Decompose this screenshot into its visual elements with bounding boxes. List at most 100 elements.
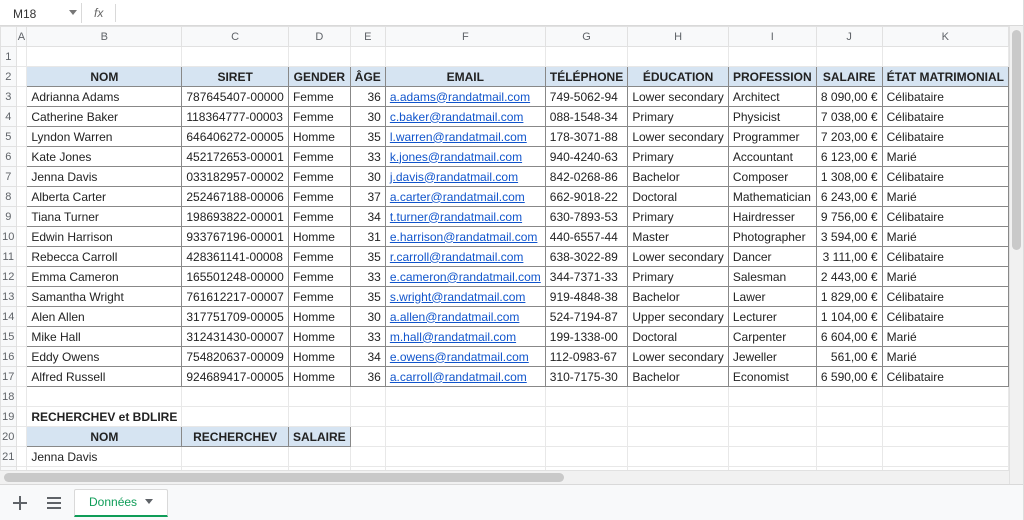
row-header-5[interactable]: 5 — [1, 127, 17, 147]
cell-C14[interactable]: 317751709-00005 — [182, 307, 289, 327]
cell-A15[interactable] — [16, 327, 27, 347]
cell-A7[interactable] — [16, 167, 27, 187]
cell-F18[interactable] — [385, 387, 545, 407]
cell-I1[interactable] — [728, 47, 816, 67]
cell-D18[interactable] — [288, 387, 350, 407]
add-sheet-button[interactable] — [6, 490, 34, 516]
cell-C7[interactable]: 033182957-00002 — [182, 167, 289, 187]
cell-F21[interactable] — [385, 447, 545, 467]
cell-I11[interactable]: Dancer — [728, 247, 816, 267]
cell-G19[interactable] — [545, 407, 628, 427]
cell-A5[interactable] — [16, 127, 27, 147]
cell-B5[interactable]: Lyndon Warren — [27, 127, 182, 147]
cell-J21[interactable] — [816, 447, 882, 467]
vertical-scroll-thumb[interactable] — [1012, 30, 1021, 250]
cell-K9[interactable]: Célibataire — [882, 207, 1008, 227]
cell-D20[interactable]: SALAIRE — [288, 427, 350, 447]
cell-C11[interactable]: 428361141-00008 — [182, 247, 289, 267]
row-header-8[interactable]: 8 — [1, 187, 17, 207]
cell-C5[interactable]: 646406272-00005 — [182, 127, 289, 147]
cell-J4[interactable]: 7 038,00 € — [816, 107, 882, 127]
cell-D1[interactable] — [288, 47, 350, 67]
cell-F19[interactable] — [385, 407, 545, 427]
cell-G18[interactable] — [545, 387, 628, 407]
cell-F8[interactable]: a.carter@randatmail.com — [385, 187, 545, 207]
cell-G8[interactable]: 662-9018-22 — [545, 187, 628, 207]
cell-E11[interactable]: 35 — [350, 247, 385, 267]
cell-G10[interactable]: 440-6557-44 — [545, 227, 628, 247]
row-header-16[interactable]: 16 — [1, 347, 17, 367]
cell-A13[interactable] — [16, 287, 27, 307]
cell-G15[interactable]: 199-1338-00 — [545, 327, 628, 347]
cell-E7[interactable]: 30 — [350, 167, 385, 187]
cell-C15[interactable]: 312431430-00007 — [182, 327, 289, 347]
cell-H10[interactable]: Master — [628, 227, 729, 247]
cell-J1[interactable] — [816, 47, 882, 67]
cell-A19[interactable] — [16, 407, 27, 427]
cell-C18[interactable] — [182, 387, 289, 407]
cell-G1[interactable] — [545, 47, 628, 67]
col-header-K[interactable]: K — [882, 27, 1008, 47]
cell-C20[interactable]: RECHERCHEV — [182, 427, 289, 447]
cell-B10[interactable]: Edwin Harrison — [27, 227, 182, 247]
cell-A1[interactable] — [16, 47, 27, 67]
cell-A16[interactable] — [16, 347, 27, 367]
cell-B8[interactable]: Alberta Carter — [27, 187, 182, 207]
cell-H20[interactable] — [628, 427, 729, 447]
cell-G4[interactable]: 088-1548-34 — [545, 107, 628, 127]
cell-F5[interactable]: l.warren@randatmail.com — [385, 127, 545, 147]
row-header-19[interactable]: 19 — [1, 407, 17, 427]
cell-A17[interactable] — [16, 367, 27, 387]
formula-input[interactable] — [120, 3, 1017, 23]
cell-F4[interactable]: c.baker@randatmail.com — [385, 107, 545, 127]
cell-C16[interactable]: 754820637-00009 — [182, 347, 289, 367]
cell-B15[interactable]: Mike Hall — [27, 327, 182, 347]
cell-E1[interactable] — [350, 47, 385, 67]
col-header-A[interactable]: A — [16, 27, 27, 47]
cell-B1[interactable] — [27, 47, 182, 67]
cell-I10[interactable]: Photographer — [728, 227, 816, 247]
name-box-dropdown[interactable] — [68, 3, 82, 23]
horizontal-scrollbar[interactable] — [0, 470, 1009, 484]
cell-H2[interactable]: ÉDUCATION — [628, 67, 729, 87]
cell-E13[interactable]: 35 — [350, 287, 385, 307]
row-header-20[interactable]: 20 — [1, 427, 17, 447]
cell-G13[interactable]: 919-4848-38 — [545, 287, 628, 307]
vertical-scrollbar[interactable] — [1009, 26, 1023, 484]
cell-H3[interactable]: Lower secondary — [628, 87, 729, 107]
cell-B21[interactable]: Jenna Davis — [27, 447, 182, 467]
cell-D17[interactable]: Homme — [288, 367, 350, 387]
cell-G11[interactable]: 638-3022-89 — [545, 247, 628, 267]
cell-D4[interactable]: Femme — [288, 107, 350, 127]
cell-I3[interactable]: Architect — [728, 87, 816, 107]
cell-F20[interactable] — [385, 427, 545, 447]
cell-A2[interactable] — [16, 67, 27, 87]
cell-J2[interactable]: SALAIRE — [816, 67, 882, 87]
cell-E4[interactable]: 30 — [350, 107, 385, 127]
cell-J3[interactable]: 8 090,00 € — [816, 87, 882, 107]
cell-J13[interactable]: 1 829,00 € — [816, 287, 882, 307]
cell-J16[interactable]: 561,00 € — [816, 347, 882, 367]
cell-G2[interactable]: TÉLÉPHONE — [545, 67, 628, 87]
cell-D12[interactable]: Femme — [288, 267, 350, 287]
cell-A3[interactable] — [16, 87, 27, 107]
row-header-11[interactable]: 11 — [1, 247, 17, 267]
cell-H18[interactable] — [628, 387, 729, 407]
cell-A12[interactable] — [16, 267, 27, 287]
cell-F9[interactable]: t.turner@randatmail.com — [385, 207, 545, 227]
cell-D7[interactable]: Femme — [288, 167, 350, 187]
cell-A18[interactable] — [16, 387, 27, 407]
cell-J8[interactable]: 6 243,00 € — [816, 187, 882, 207]
cell-B19[interactable]: RECHERCHEV et BDLIRE — [27, 407, 182, 427]
cell-H15[interactable]: Doctoral — [628, 327, 729, 347]
cell-C17[interactable]: 924689417-00005 — [182, 367, 289, 387]
cell-A21[interactable] — [16, 447, 27, 467]
row-header-14[interactable]: 14 — [1, 307, 17, 327]
cell-C19[interactable] — [182, 407, 289, 427]
cell-B11[interactable]: Rebecca Carroll — [27, 247, 182, 267]
cell-I20[interactable] — [728, 427, 816, 447]
cell-K2[interactable]: ÉTAT MATRIMONIAL — [882, 67, 1008, 87]
row-header-2[interactable]: 2 — [1, 67, 17, 87]
cell-E6[interactable]: 33 — [350, 147, 385, 167]
cell-C8[interactable]: 252467188-00006 — [182, 187, 289, 207]
